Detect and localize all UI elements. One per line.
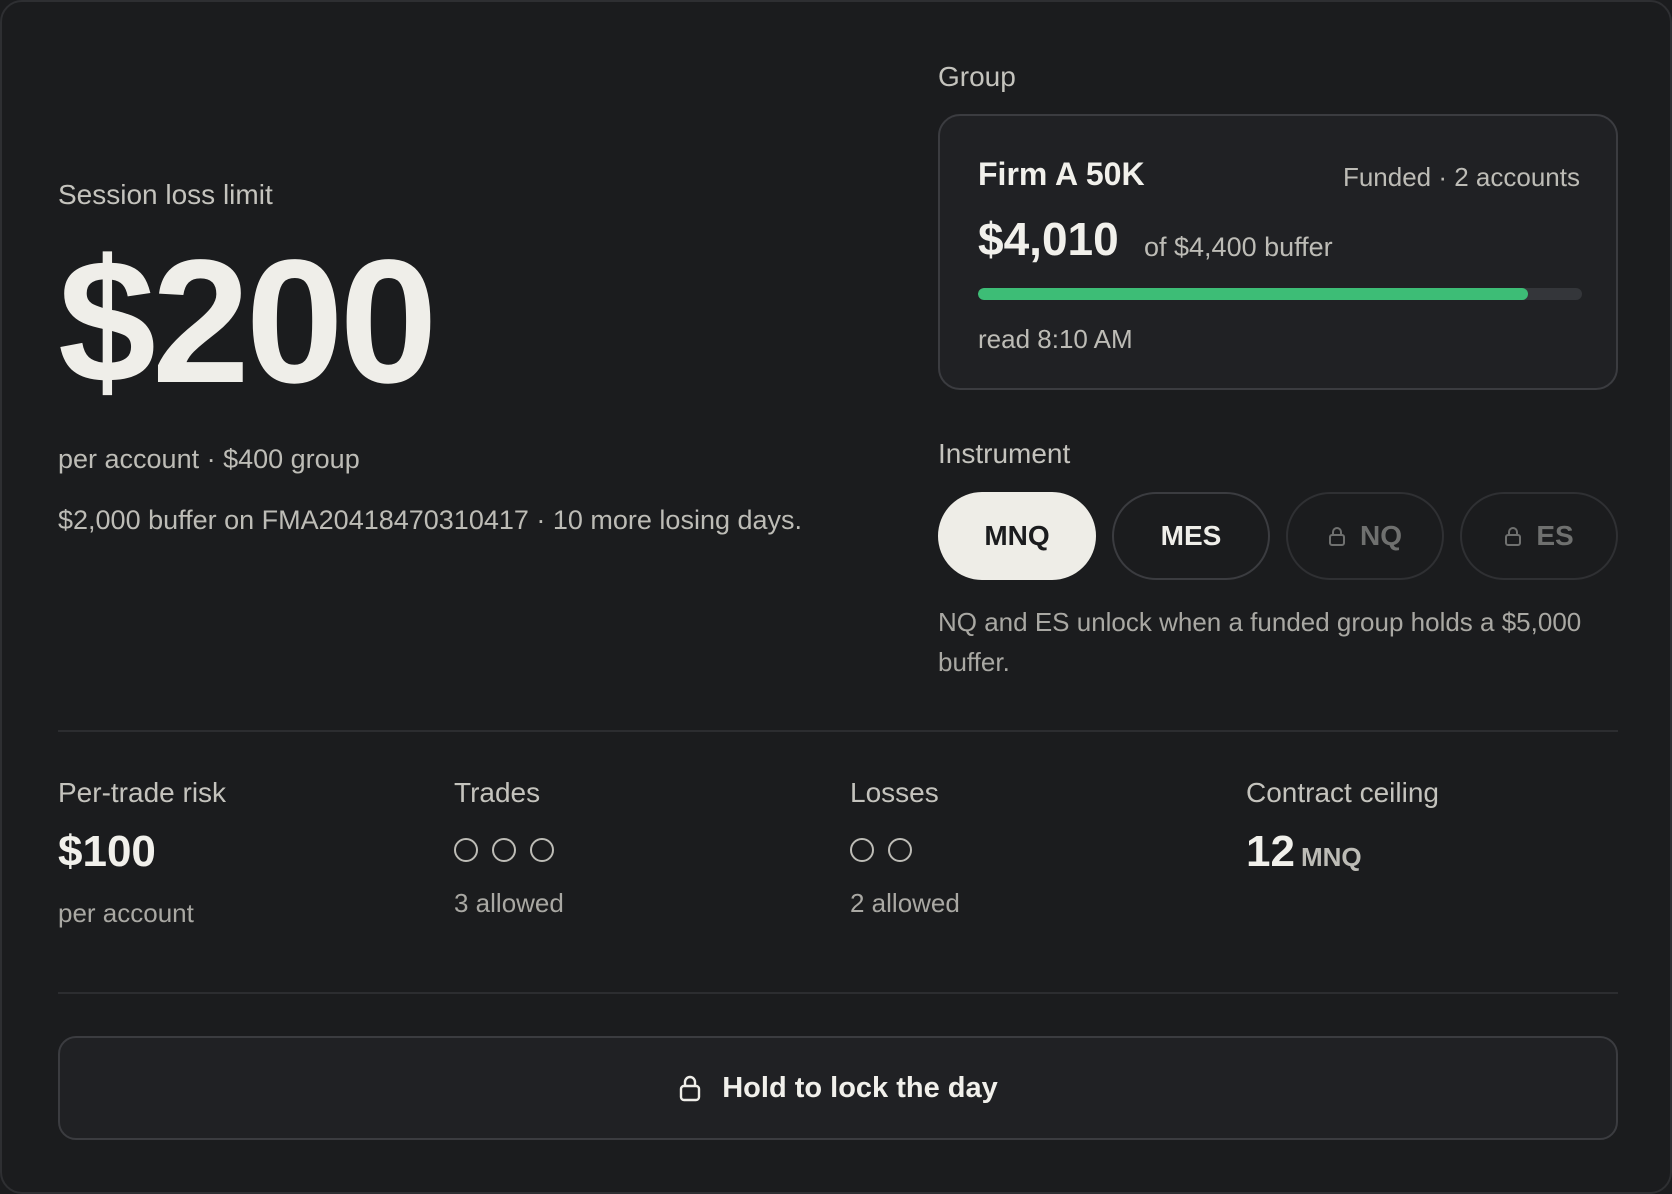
group-buffer-amount: $4,010 bbox=[978, 213, 1119, 265]
session-loss-scope: per account · $400 group bbox=[58, 444, 360, 474]
chip-label: MNQ bbox=[984, 520, 1050, 551]
stat-title: Losses bbox=[850, 777, 939, 808]
instrument-chips: MNQ MES NQ ES bbox=[938, 492, 1618, 580]
risk-panel: Session loss limit $200 per account · $4… bbox=[0, 0, 1672, 1194]
session-loss-label: Session loss limit bbox=[58, 179, 273, 210]
empty-circle-indicator bbox=[850, 838, 874, 862]
hold-to-lock-button[interactable]: Hold to lock the day bbox=[58, 1036, 1618, 1140]
hold-to-lock-label: Hold to lock the day bbox=[722, 1071, 998, 1104]
instrument-chip-es[interactable]: ES bbox=[1460, 492, 1618, 580]
stat-sub: per account bbox=[58, 898, 194, 928]
session-loss-buffer-note: $2,000 buffer on FMA20418470310417 · 10 … bbox=[58, 505, 803, 535]
stat-losses: Losses 2 allowed bbox=[850, 776, 960, 919]
stat-title: Contract ceiling bbox=[1246, 777, 1439, 808]
ceiling-value: 12 bbox=[1246, 827, 1295, 876]
chip-label: MES bbox=[1160, 520, 1222, 551]
empty-circle-indicator bbox=[888, 838, 912, 862]
group-card[interactable]: Firm A 50K Funded · 2 accounts $4,010 of… bbox=[938, 114, 1618, 390]
lock-icon bbox=[1329, 527, 1345, 546]
lock-icon bbox=[1505, 527, 1522, 546]
trades-dots bbox=[454, 838, 564, 862]
session-loss-amount: $200 bbox=[58, 224, 438, 420]
divider bbox=[58, 992, 1618, 994]
empty-circle-indicator bbox=[530, 838, 554, 862]
chip-label: ES bbox=[1536, 520, 1574, 551]
stat-title: Trades bbox=[454, 777, 541, 808]
divider bbox=[58, 730, 1618, 732]
instrument-chip-mnq[interactable]: MNQ bbox=[938, 492, 1096, 580]
instrument-chip-nq[interactable]: NQ bbox=[1286, 492, 1444, 580]
stat-contract-ceiling: Contract ceiling 12 MNQ bbox=[1246, 776, 1439, 881]
empty-circle-indicator bbox=[492, 838, 516, 862]
group-instrument-section: Group Firm A 50K Funded · 2 accounts $4,… bbox=[938, 60, 1618, 682]
chip-label: NQ bbox=[1360, 520, 1402, 551]
stat-value: 12 MNQ bbox=[1246, 828, 1439, 881]
group-name: Firm A 50K bbox=[978, 156, 1145, 192]
losses-dots bbox=[850, 838, 960, 862]
stat-sub: 2 allowed bbox=[850, 888, 960, 918]
buffer-progress-fill bbox=[978, 288, 1529, 300]
group-buffer-total: of $4,400 buffer bbox=[1144, 232, 1333, 262]
stat-trades: Trades 3 allowed bbox=[454, 776, 564, 919]
group-meta: Funded · 2 accounts bbox=[1342, 162, 1580, 192]
session-loss-section: Session loss limit $200 per account · $4… bbox=[58, 178, 838, 541]
stat-value: $100 bbox=[58, 827, 156, 876]
group-label: Group bbox=[938, 61, 1016, 92]
group-read-time: read 8:10 AM bbox=[978, 324, 1133, 354]
buffer-progress-bar bbox=[978, 288, 1582, 300]
instrument-unlock-note: NQ and ES unlock when a funded group hol… bbox=[938, 607, 1582, 677]
stat-sub: 3 allowed bbox=[454, 888, 564, 918]
instrument-chip-mes[interactable]: MES bbox=[1112, 492, 1270, 580]
instrument-label: Instrument bbox=[938, 438, 1071, 469]
stat-per-trade-risk: Per-trade risk $100 per account bbox=[58, 776, 226, 929]
lock-icon bbox=[680, 1075, 701, 1102]
empty-circle-indicator bbox=[454, 838, 478, 862]
stat-title: Per-trade risk bbox=[58, 777, 227, 808]
ceiling-unit: MNQ bbox=[1300, 842, 1362, 872]
